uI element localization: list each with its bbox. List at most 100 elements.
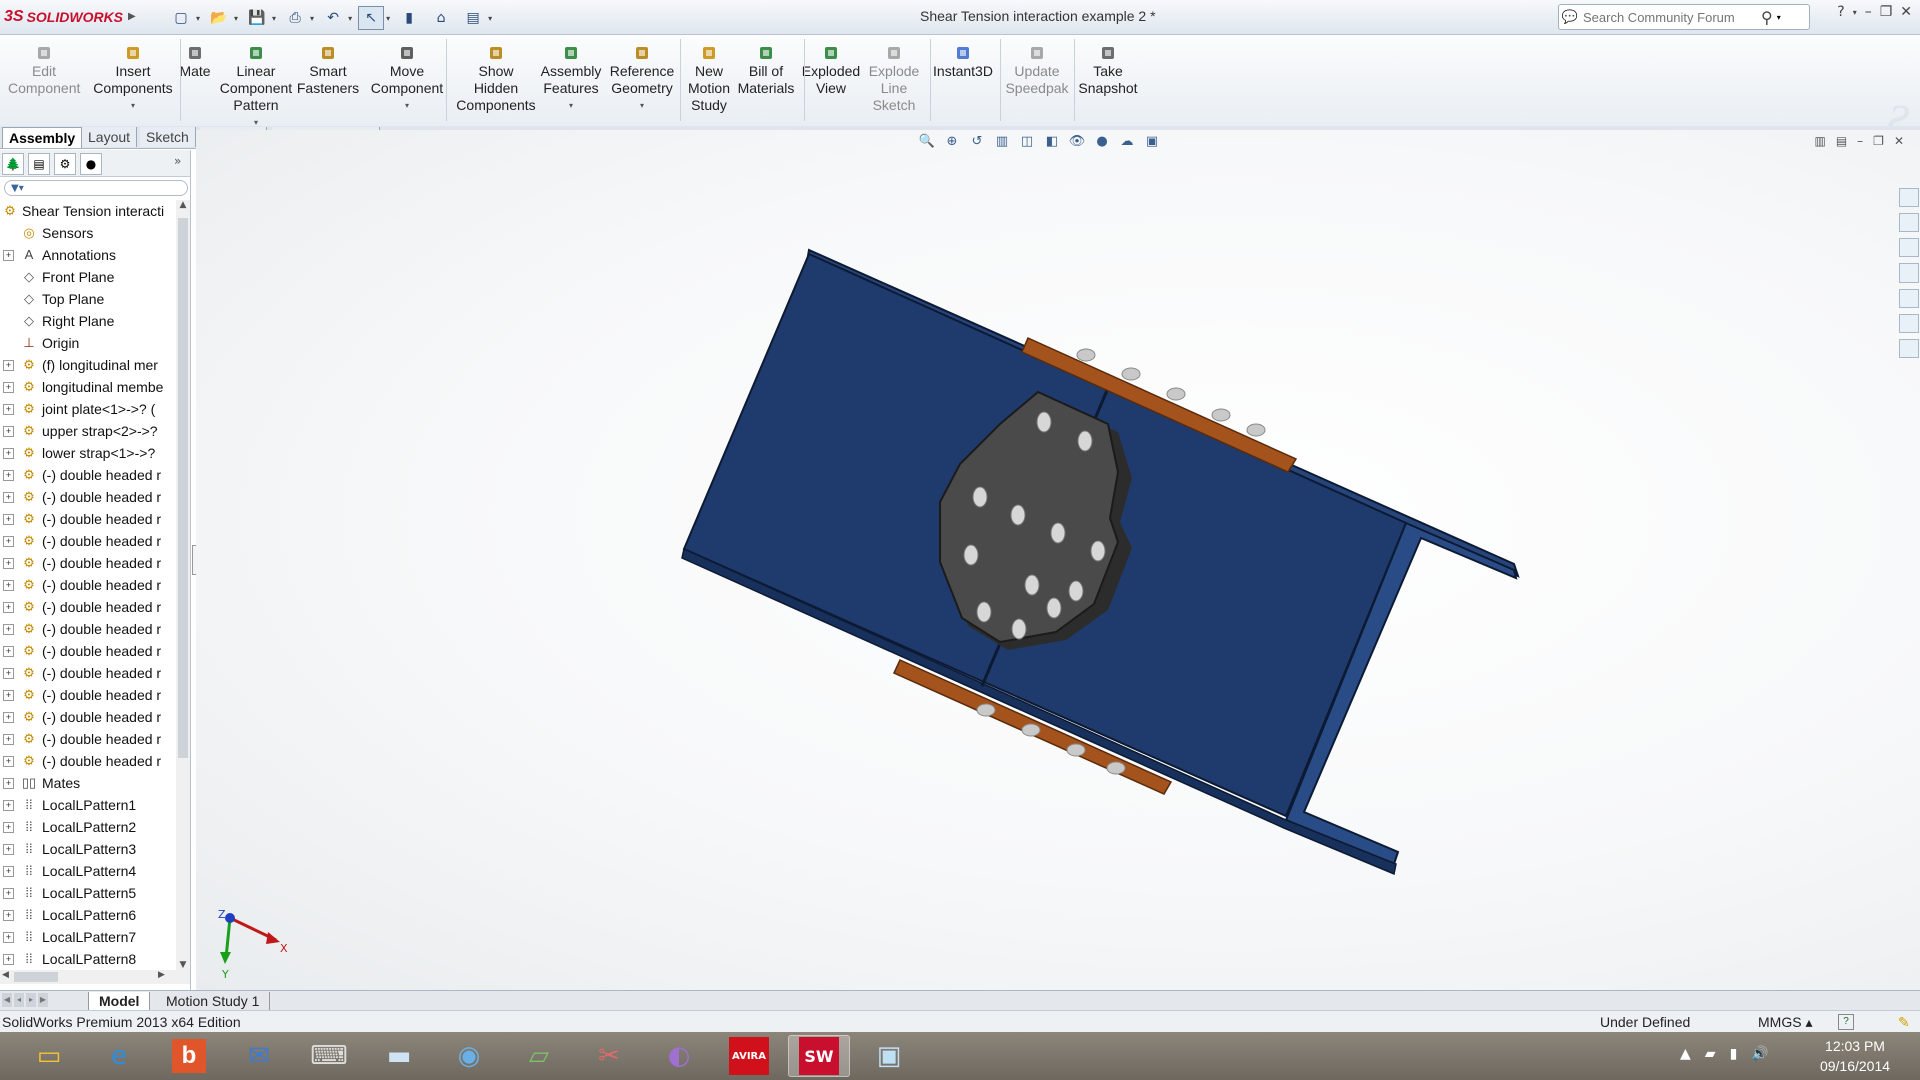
expand-toggle-icon[interactable]: +	[3, 690, 14, 701]
toolbar-instant3d-button[interactable]: Instant3D	[930, 45, 996, 80]
toolbar-bill-of-materials-button[interactable]: Bill of Materials	[736, 45, 796, 97]
network-icon[interactable]: ▮	[1730, 1046, 1738, 1062]
nvidia-icon[interactable]: ▰	[1705, 1046, 1716, 1062]
file-properties-icon[interactable]: ⌂	[428, 6, 454, 30]
undo-dropdown-icon[interactable]: ▾	[348, 14, 352, 23]
new-document-icon[interactable]: ▢	[168, 6, 194, 30]
undo-icon[interactable]: ↶	[320, 6, 346, 30]
edit-appearance-icon[interactable]: ●	[1093, 134, 1111, 150]
display-style-icon[interactable]: ◧	[1043, 134, 1061, 150]
taskbar-keyboard-app[interactable]: ⌨	[298, 1035, 360, 1077]
split-horizontal-icon[interactable]: ▥	[1814, 134, 1825, 148]
next-tab-icon[interactable]: ▸	[26, 993, 36, 1007]
help-icon[interactable]: ?	[1837, 4, 1844, 20]
tree-item[interactable]: + ⚙ longitudinal membe	[0, 376, 176, 398]
tree-item[interactable]: + ⁞⁞ LocalLPattern8	[0, 948, 176, 970]
minimize-icon[interactable]: –	[1865, 4, 1872, 20]
zoom-to-fit-icon[interactable]: 🔍	[918, 134, 936, 150]
taskbar-solidworks[interactable]: SW	[788, 1035, 850, 1077]
tab-sketch[interactable]: Sketch	[140, 127, 196, 147]
expand-toggle-icon[interactable]: +	[3, 382, 14, 393]
units-selector[interactable]: MMGS ▴	[1758, 1011, 1812, 1033]
doc-minimize-icon[interactable]: –	[1857, 134, 1863, 148]
select-pointer-icon[interactable]: ↖	[358, 6, 385, 30]
taskbar-drive-app[interactable]: ▬	[368, 1035, 430, 1077]
taskbar-outlook[interactable]: ✉	[228, 1035, 290, 1077]
toolbar-show-hidden-components-button[interactable]: Show Hidden Components	[452, 45, 540, 114]
design-library-icon[interactable]	[1899, 238, 1919, 258]
tree-root[interactable]: ⚙ Shear Tension interacti	[0, 200, 176, 222]
hscroll-thumb[interactable]	[14, 972, 58, 982]
tree-item[interactable]: ◇ Front Plane	[0, 266, 176, 288]
tree-item[interactable]: + ▯▯ Mates	[0, 772, 176, 794]
expand-toggle-icon[interactable]: +	[3, 756, 14, 767]
tree-item[interactable]: + ⚙ (-) double headed r	[0, 640, 176, 662]
tree-item[interactable]: + ⁞⁞ LocalLPattern2	[0, 816, 176, 838]
tree-item[interactable]: + ⁞⁞ LocalLPattern1	[0, 794, 176, 816]
scroll-down-icon[interactable]: ▼	[177, 960, 189, 970]
expand-toggle-icon[interactable]: +	[3, 558, 14, 569]
dropdown-arrow-icon[interactable]: ▾	[368, 97, 446, 114]
tree-item[interactable]: + ⚙ (-) double headed r	[0, 706, 176, 728]
expand-toggle-icon[interactable]: +	[3, 800, 14, 811]
zoom-to-area-icon[interactable]: ⊕	[943, 134, 961, 150]
toolbar-smart-fasteners-button[interactable]: Smart Fasteners	[296, 45, 360, 97]
expand-toggle-icon[interactable]: +	[3, 712, 14, 723]
view-orientation-icon[interactable]: ◫	[1018, 134, 1036, 150]
toolbar-move-component-button[interactable]: Move Component ▾	[368, 45, 446, 114]
toolbar-mate-button[interactable]: Mate	[175, 45, 215, 80]
model-view[interactable]: Z X Y	[196, 130, 1920, 990]
save-icon[interactable]: 💾	[244, 6, 270, 30]
apply-scene-icon[interactable]: ☁	[1118, 134, 1136, 150]
expand-toggle-icon[interactable]: +	[3, 822, 14, 833]
restore-icon[interactable]: ❐	[1880, 4, 1893, 20]
show-hidden-icons[interactable]: ▲	[1680, 1046, 1691, 1062]
scroll-right-icon[interactable]: ▶	[158, 970, 165, 980]
toolbar-new-motion-study-button[interactable]: New Motion Study	[684, 45, 734, 114]
toolbar-update-speedpak-button[interactable]: Update Speedpak	[1004, 45, 1070, 97]
save-dropdown-icon[interactable]: ▾	[272, 14, 276, 23]
search-input[interactable]	[1581, 8, 1755, 26]
tree-item[interactable]: + ⚙ (-) double headed r	[0, 508, 176, 530]
print-dropdown-icon[interactable]: ▾	[310, 14, 314, 23]
taskbar-media-app[interactable]: ◉	[438, 1035, 500, 1077]
taskbar-circle-app[interactable]: ◐	[648, 1035, 710, 1077]
tree-item[interactable]: + ⚙ (-) double headed r	[0, 750, 176, 772]
scroll-up-icon[interactable]: ▲	[177, 200, 189, 210]
toolbar-assembly-features-button[interactable]: Assembly Features ▾	[540, 45, 602, 114]
expand-toggle-icon[interactable]: +	[3, 250, 14, 261]
expand-toggle-icon[interactable]: +	[3, 580, 14, 591]
home-tab-icon[interactable]	[1899, 213, 1919, 233]
search-dropdown-icon[interactable]: ▾	[1777, 13, 1781, 22]
tree-item[interactable]: + ⚙ (-) double headed r	[0, 530, 176, 552]
view-palette-icon[interactable]	[1899, 288, 1919, 308]
resources-tab-icon[interactable]	[1899, 188, 1919, 208]
tree-item[interactable]: + ⚙ (-) double headed r	[0, 552, 176, 574]
print-icon[interactable]: ⎙	[282, 6, 308, 30]
clock[interactable]: 12:03 PM 09/16/2014	[1800, 1036, 1910, 1076]
tree-item[interactable]: ◇ Top Plane	[0, 288, 176, 310]
tree-item[interactable]: + ⁞⁞ LocalLPattern6	[0, 904, 176, 926]
tab-assembly[interactable]: Assembly	[2, 127, 83, 148]
tab-layout[interactable]: Layout	[82, 127, 138, 147]
rebuild-status-icon[interactable]: ✎	[1898, 1011, 1910, 1033]
first-tab-icon[interactable]: ◀	[2, 993, 12, 1007]
tab-motion-study[interactable]: Motion Study 1	[156, 992, 271, 1010]
scroll-thumb[interactable]	[178, 218, 188, 758]
property-manager-tab-icon[interactable]: ▤	[28, 153, 50, 175]
tree-item[interactable]: + ⚙ (-) double headed r	[0, 464, 176, 486]
tree-item[interactable]: + ⚙ (-) double headed r	[0, 728, 176, 750]
taskbar-avira[interactable]: AVIRA	[718, 1035, 780, 1077]
file-explorer-tab-icon[interactable]	[1899, 263, 1919, 283]
taskbar-internet-explorer[interactable]: e	[88, 1035, 150, 1077]
tree-item[interactable]: ◇ Right Plane	[0, 310, 176, 332]
tree-item[interactable]: + ⚙ (-) double headed r	[0, 486, 176, 508]
view-settings-icon[interactable]: ▣	[1143, 134, 1161, 150]
expand-toggle-icon[interactable]: +	[3, 888, 14, 899]
custom-properties-icon[interactable]	[1899, 338, 1919, 358]
expand-toggle-icon[interactable]: +	[3, 404, 14, 415]
expand-toggle-icon[interactable]: +	[3, 470, 14, 481]
toolbar-edit-component-button[interactable]: Edit Component	[8, 45, 80, 97]
toolbar-reference-geometry-button[interactable]: Reference Geometry ▾	[608, 45, 676, 114]
expand-toggle-icon[interactable]: +	[3, 910, 14, 921]
